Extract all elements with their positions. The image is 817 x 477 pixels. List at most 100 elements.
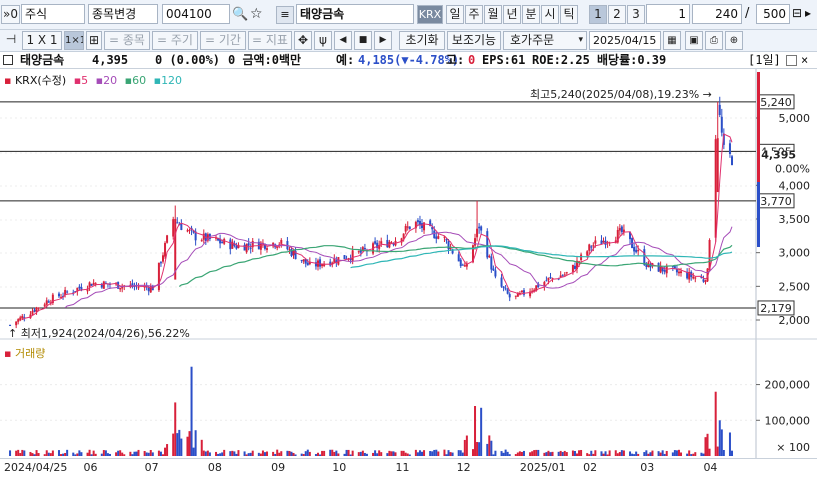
volume-bar	[476, 442, 479, 456]
scroll-right-icon[interactable]: ▸	[805, 6, 811, 20]
candle-body	[21, 315, 24, 319]
candle-body	[321, 264, 324, 267]
volume-bar	[335, 450, 338, 456]
price-chart[interactable]: 5,0004,0003,5003,0002,5002,0005,2404,505…	[0, 69, 817, 340]
interval-input[interactable]: 1	[646, 4, 690, 24]
restore-icon[interactable]	[786, 55, 797, 66]
volume-bar	[392, 451, 395, 456]
reset-button[interactable]: 초기화	[399, 31, 445, 50]
volume-bar	[74, 454, 77, 456]
period-button-4[interactable]: 분	[522, 5, 540, 24]
volume-bar	[435, 449, 438, 456]
crosshair-icon[interactable]: ✥	[294, 31, 312, 50]
period-number-3[interactable]: 3	[627, 5, 645, 24]
volume-bar	[602, 453, 605, 456]
period-button-3[interactable]: 년	[503, 5, 521, 24]
prev-icon[interactable]: ◀	[334, 31, 352, 50]
layout-select-button[interactable]: 1×1	[64, 31, 84, 50]
volume-bar	[449, 452, 452, 456]
volume-bar	[43, 454, 46, 456]
list-icon[interactable]: ≡	[276, 6, 294, 24]
volume-bar	[78, 450, 81, 456]
layout-button[interactable]: 1 X 1	[22, 31, 62, 50]
volume-bar	[329, 449, 332, 456]
search-icon[interactable]: 🔍	[232, 7, 248, 22]
volume-bar	[631, 453, 634, 456]
candle-body	[166, 235, 169, 243]
volume-bar	[164, 447, 167, 456]
period-button-0[interactable]: 일	[446, 5, 464, 24]
save-icon[interactable]: ▣	[685, 31, 703, 50]
count-max-input[interactable]: 500	[756, 4, 790, 24]
volume-bar	[223, 449, 226, 456]
volume-bar	[714, 391, 717, 456]
volume-bar	[300, 453, 303, 456]
period-toggle-button[interactable]: = 주기	[152, 31, 198, 50]
stock-change-select[interactable]: 종목변경	[88, 4, 158, 24]
volume-bar	[394, 452, 397, 456]
period-number-1[interactable]: 1	[589, 5, 607, 24]
close-icon[interactable]: ×	[801, 52, 808, 69]
volume-bar	[486, 443, 489, 456]
volume-bar	[514, 454, 517, 456]
next-icon[interactable]: ▶	[374, 31, 392, 50]
volume-chart[interactable]: 200,000 100,000 × 100	[0, 340, 817, 458]
stock-code-input[interactable]: 004100	[162, 4, 230, 24]
volume-bar	[547, 450, 550, 456]
period-number-2[interactable]: 2	[608, 5, 626, 24]
checkbox-icon[interactable]	[3, 55, 13, 65]
toggle-icon[interactable]: ⊣	[2, 31, 20, 50]
candle-body	[9, 324, 12, 326]
volume-bar	[359, 451, 362, 456]
volume-bar	[243, 451, 246, 456]
volume-bar	[663, 453, 666, 456]
aux-function-button[interactable]: 보조기능	[447, 31, 501, 50]
order-select[interactable]: 호가주문 ▾	[503, 31, 587, 50]
window-icon[interactable]: ⊟	[792, 6, 802, 20]
market-prefix-button[interactable]: »0	[1, 5, 20, 24]
period-button-1[interactable]: 주	[465, 5, 483, 24]
market-type-select[interactable]: 주식	[21, 4, 85, 24]
volume-bar	[117, 450, 120, 456]
candle-body	[200, 240, 203, 242]
volume-bar	[321, 450, 324, 456]
range-toggle-button[interactable]: = 기간	[200, 31, 246, 50]
candle-body	[249, 247, 252, 249]
print-icon[interactable]: ⎙	[705, 31, 723, 50]
volume-bar	[288, 450, 291, 456]
volume-bar	[131, 454, 134, 456]
candle-body	[363, 247, 366, 250]
period-button-6[interactable]: 틱	[560, 5, 578, 24]
fork-icon[interactable]: ψ	[314, 31, 332, 50]
exchange-badge[interactable]: KRX	[417, 5, 443, 24]
candle-body	[292, 250, 295, 256]
period-button-5[interactable]: 시	[541, 5, 559, 24]
volume-bar	[192, 447, 195, 456]
grid-icon[interactable]: ⊞	[86, 31, 102, 50]
volume-bar	[563, 450, 566, 456]
stop-icon[interactable]: ■	[354, 31, 372, 50]
calendar-icon[interactable]: ▦	[663, 31, 681, 50]
candle-body	[288, 249, 291, 251]
volume-bar	[149, 449, 152, 456]
star-icon[interactable]: ☆	[250, 6, 263, 22]
zoom-in-icon[interactable]: ⊕	[725, 31, 743, 50]
volume-unit-label: × 100	[776, 441, 810, 454]
volume-bar	[174, 402, 177, 456]
indicator-toggle-button[interactable]: = 지표	[248, 31, 292, 50]
candle-body	[78, 286, 81, 289]
info-price: 4,395	[92, 53, 129, 67]
count-input[interactable]: 240	[692, 4, 742, 24]
stock-name-field: 태양금속	[296, 4, 414, 24]
legend-ma120: 120	[161, 74, 183, 87]
candle-body	[418, 221, 421, 225]
volume-bar	[478, 442, 481, 456]
candle-body	[416, 220, 419, 223]
volume-bar	[618, 452, 621, 456]
period-button-2[interactable]: 월	[484, 5, 502, 24]
date-input[interactable]: 2025/04/15	[589, 31, 661, 50]
candle-body	[351, 250, 354, 261]
volume-bar	[145, 452, 148, 456]
candle-body	[402, 233, 405, 239]
stock-toggle-button[interactable]: = 종목	[104, 31, 150, 50]
